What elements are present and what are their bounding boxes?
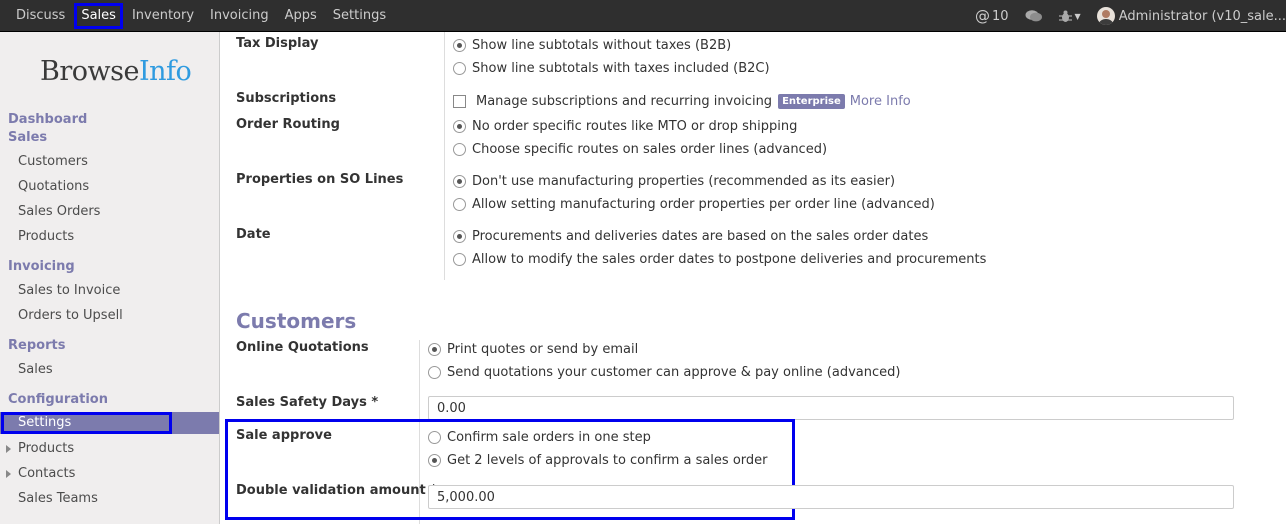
tax-display-option-b2b[interactable]: Show line subtotals without taxes (B2B) [453, 38, 731, 53]
date-option-based[interactable]: Procurements and deliveries dates are ba… [453, 229, 928, 244]
order-routing-option-none[interactable]: No order specific routes like MTO or dro… [453, 119, 797, 134]
sidebar-section-dashboard[interactable]: Dashboard [8, 112, 87, 127]
double-validation-input[interactable]: 5,000.00 [428, 485, 1234, 509]
sale-approve-option-one-step[interactable]: Confirm sale orders in one step [428, 430, 651, 445]
online-quotations-label: Online Quotations [236, 340, 369, 355]
radio-selected[interactable] [428, 454, 441, 467]
company-logo: BrowseInfo [40, 56, 192, 87]
menu-settings[interactable]: Settings [333, 5, 386, 27]
radio[interactable] [428, 366, 441, 379]
sidebar-item-customers[interactable]: Customers [18, 154, 88, 169]
menu-inventory[interactable]: Inventory [132, 5, 194, 27]
caret-right-icon [6, 445, 11, 453]
top-navbar: Discuss Sales Inventory Invoicing Apps S… [0, 0, 1286, 32]
mentions-count: 10 [991, 8, 1009, 24]
sidebar-section-sales: Sales [8, 130, 48, 145]
radio[interactable] [453, 62, 466, 75]
radio-selected[interactable] [453, 175, 466, 188]
online-quotations-option-online[interactable]: Send quotations your customer can approv… [428, 365, 900, 380]
chevron-down-icon: ▼ [1074, 11, 1081, 21]
radio[interactable] [453, 143, 466, 156]
user-name: Administrator (v10_sale... [1118, 8, 1286, 24]
sidebar-item-quotations[interactable]: Quotations [18, 179, 89, 194]
sidebar-item-contacts[interactable]: Contacts [6, 466, 75, 481]
sidebar-item-sales-teams[interactable]: Sales Teams [18, 491, 98, 506]
radio[interactable] [428, 431, 441, 444]
user-menu[interactable]: Administrator (v10_sale... [1096, 7, 1286, 25]
radio[interactable] [453, 198, 466, 211]
sidebar: BrowseInfo Dashboard Sales Customers Quo… [0, 32, 220, 524]
date-label: Date [236, 227, 271, 242]
safety-days-label: Sales Safety Days * [236, 395, 379, 410]
avatar [1096, 7, 1115, 25]
double-validation-label: Double validation amount * [236, 483, 437, 498]
caret-right-icon [6, 470, 11, 478]
chat-button[interactable] [1025, 9, 1043, 23]
bug-icon [1058, 10, 1072, 22]
app-menu: Discuss Sales Inventory Invoicing Apps S… [0, 0, 402, 32]
subscriptions-checkbox[interactable] [453, 95, 466, 108]
radio-selected[interactable] [453, 120, 466, 133]
properties-option-per-line[interactable]: Allow setting manufacturing order proper… [453, 197, 935, 212]
sidebar-item-sales-orders[interactable]: Sales Orders [18, 204, 100, 219]
sidebar-section-configuration: Configuration [8, 392, 108, 407]
customers-section-heading: Customers [236, 309, 357, 333]
subscriptions-label: Subscriptions [236, 91, 337, 106]
sidebar-item-config-products[interactable]: Products [6, 441, 74, 456]
systray: @ 10 ▼ Administrator (v10_sale... [975, 0, 1286, 32]
online-quotations-option-print[interactable]: Print quotes or send by email [428, 342, 638, 357]
sidebar-item-sales-to-invoice[interactable]: Sales to Invoice [18, 283, 120, 298]
tax-display-label: Tax Display [236, 36, 319, 51]
radio-selected[interactable] [453, 230, 466, 243]
menu-discuss[interactable]: Discuss [16, 5, 65, 27]
subscriptions-option[interactable]: Manage subscriptions and recurring invoi… [453, 94, 911, 109]
tax-display-option-b2c[interactable]: Show line subtotals with taxes included … [453, 61, 770, 76]
properties-label: Properties on SO Lines [236, 172, 404, 187]
settings-form: Tax Display Show line subtotals without … [221, 32, 1286, 524]
safety-days-input[interactable]: 0.00 [428, 396, 1234, 420]
sidebar-section-invoicing: Invoicing [8, 259, 75, 274]
radio-selected[interactable] [428, 343, 441, 356]
debug-button[interactable]: ▼ [1058, 10, 1081, 23]
sidebar-item-settings-label: Settings [18, 415, 72, 430]
sidebar-item-orders-to-upsell[interactable]: Orders to Upsell [18, 308, 123, 323]
properties-option-none[interactable]: Don't use manufacturing properties (reco… [453, 174, 895, 189]
at-icon: @ [974, 7, 990, 25]
sidebar-item-reports-sales[interactable]: Sales [18, 362, 53, 377]
menu-apps[interactable]: Apps [285, 5, 317, 27]
more-info-link[interactable]: More Info [850, 94, 911, 109]
order-routing-option-specific[interactable]: Choose specific routes on sales order li… [453, 142, 827, 157]
chat-icon [1025, 10, 1042, 22]
enterprise-badge: Enterprise [778, 94, 845, 109]
order-routing-label: Order Routing [236, 117, 340, 132]
sidebar-item-products[interactable]: Products [18, 229, 74, 244]
radio-selected[interactable] [453, 39, 466, 52]
radio[interactable] [453, 253, 466, 266]
sidebar-section-reports: Reports [8, 338, 66, 353]
date-option-modify[interactable]: Allow to modify the sales order dates to… [453, 252, 986, 267]
menu-invoicing[interactable]: Invoicing [210, 5, 269, 27]
mentions-button[interactable]: @ 10 [975, 7, 1009, 25]
sale-approve-label: Sale approve [236, 428, 332, 443]
divider [444, 32, 445, 280]
menu-sales[interactable]: Sales [74, 3, 123, 29]
sale-approve-option-two-levels[interactable]: Get 2 levels of approvals to confirm a s… [428, 453, 768, 468]
